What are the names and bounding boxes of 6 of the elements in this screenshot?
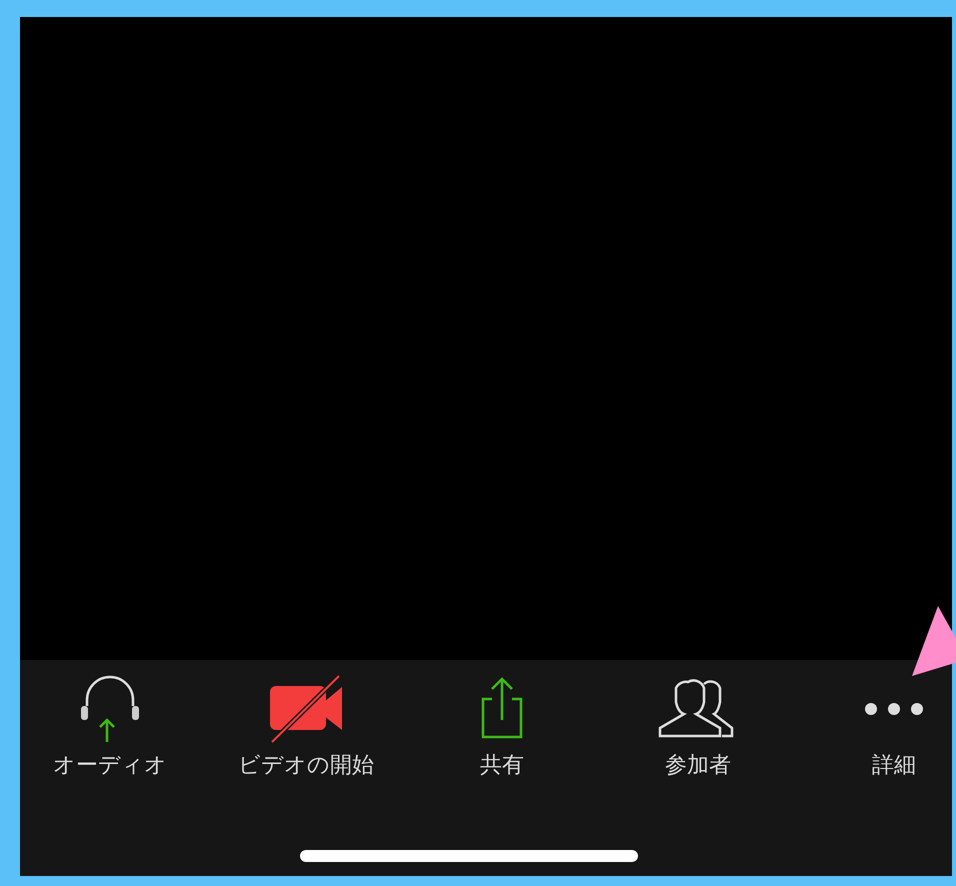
toolbar-button[interactable]: 共有 xyxy=(404,674,600,780)
toolbar-button[interactable]: オーディオ xyxy=(12,674,208,780)
toolbar-button[interactable]: 参加者 xyxy=(600,674,796,780)
toolbar-button[interactable]: 詳細 xyxy=(796,674,956,780)
more-icon xyxy=(865,703,923,715)
toolbar-button[interactable]: ビデオの開始 xyxy=(208,674,404,780)
